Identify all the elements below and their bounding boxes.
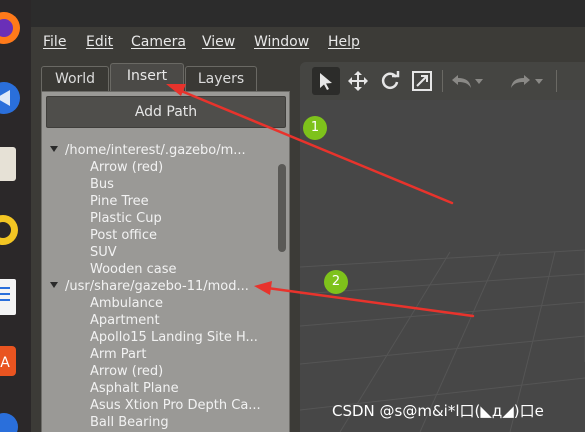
add-path-button[interactable]: Add Path [46,96,286,128]
tree-path-row[interactable]: /usr/share/gazebo-11/mod... [50,278,249,295]
menu-camera[interactable]: Camera [131,33,186,51]
tab-world[interactable]: World [41,66,109,91]
writer-launcher-icon[interactable] [0,275,22,315]
scale-icon[interactable] [408,67,436,95]
gazebo-window: File Edit Camera View Window Help World … [31,0,585,432]
files-launcher-icon[interactable] [0,143,22,183]
expand-arrow-icon[interactable] [50,146,58,152]
svg-text:A: A [0,355,10,371]
model-item[interactable]: Apollo15 Landing Site H... [90,329,258,346]
tree-path-label: /usr/share/gazebo-11/mod... [65,279,249,294]
launcher-dock: A [0,0,31,432]
model-item[interactable]: Arrow (red) [90,159,163,176]
watermark: CSDN @s@m&i*l口(◣д◢)口e [332,402,544,420]
model-item[interactable]: Bus [90,176,114,193]
ground-grid [300,249,585,432]
scene-viewport[interactable] [300,62,585,432]
model-item[interactable]: Pine Tree [90,193,149,210]
menu-help[interactable]: Help [328,33,360,51]
model-item[interactable]: SUV [90,244,117,261]
insert-panel: Add Path /home/interest/.gazebo/m... Arr… [41,91,290,432]
rhythmbox-launcher-icon[interactable] [0,210,22,250]
menu-file[interactable]: File [43,33,66,51]
tab-insert[interactable]: Insert [110,63,184,92]
undo-dropdown-icon[interactable] [472,67,486,95]
model-item[interactable]: Post office [90,227,157,244]
annotation-badge-2: 2 [324,270,348,294]
toolbar-separator [442,70,443,92]
model-item[interactable]: Wooden case [90,261,177,278]
help-launcher-icon[interactable] [0,405,22,432]
thunderbird-launcher-icon[interactable] [0,78,22,118]
menu-edit[interactable]: Edit [86,33,113,51]
tab-layers[interactable]: Layers [185,66,257,91]
model-item[interactable]: Asus Xtion Pro Depth Ca... [90,397,261,414]
left-panel-tabs: World Insert Layers [41,63,291,92]
model-tree: /home/interest/.gazebo/m... Arrow (red) … [42,134,274,432]
model-item[interactable]: Plastic Cup [90,210,162,227]
model-item[interactable]: Ball Bearing [90,414,169,431]
screen: A File Edit Camera View Window Help Worl… [0,0,585,432]
model-item[interactable]: Asphalt Plane [90,380,179,397]
model-item[interactable]: Apartment [90,312,160,329]
software-center-launcher-icon[interactable]: A [0,340,22,380]
menu-window[interactable]: Window [254,33,309,51]
firefox-launcher-icon[interactable] [0,6,22,46]
rotate-icon[interactable] [376,67,404,95]
redo-dropdown-icon[interactable] [532,67,546,95]
model-item[interactable]: Arm Part [90,346,146,363]
menu-view[interactable]: View [202,33,235,51]
annotation-badge-1: 1 [303,116,327,140]
scene-toolbar [300,62,585,100]
toolbar-separator [556,70,557,92]
tree-path-row[interactable]: /home/interest/.gazebo/m... [50,142,246,159]
model-item[interactable]: Ambulance [90,295,163,312]
title-bar [31,0,585,27]
translate-icon[interactable] [344,67,372,95]
expand-arrow-icon[interactable] [50,282,58,288]
tree-scrollbar[interactable] [278,164,286,252]
tree-path-label: /home/interest/.gazebo/m... [65,143,246,158]
redo-icon[interactable] [506,67,534,95]
select-arrow-icon[interactable] [312,67,340,95]
menu-bar: File Edit Camera View Window Help [31,27,585,57]
model-item[interactable]: Arrow (red) [90,363,163,380]
